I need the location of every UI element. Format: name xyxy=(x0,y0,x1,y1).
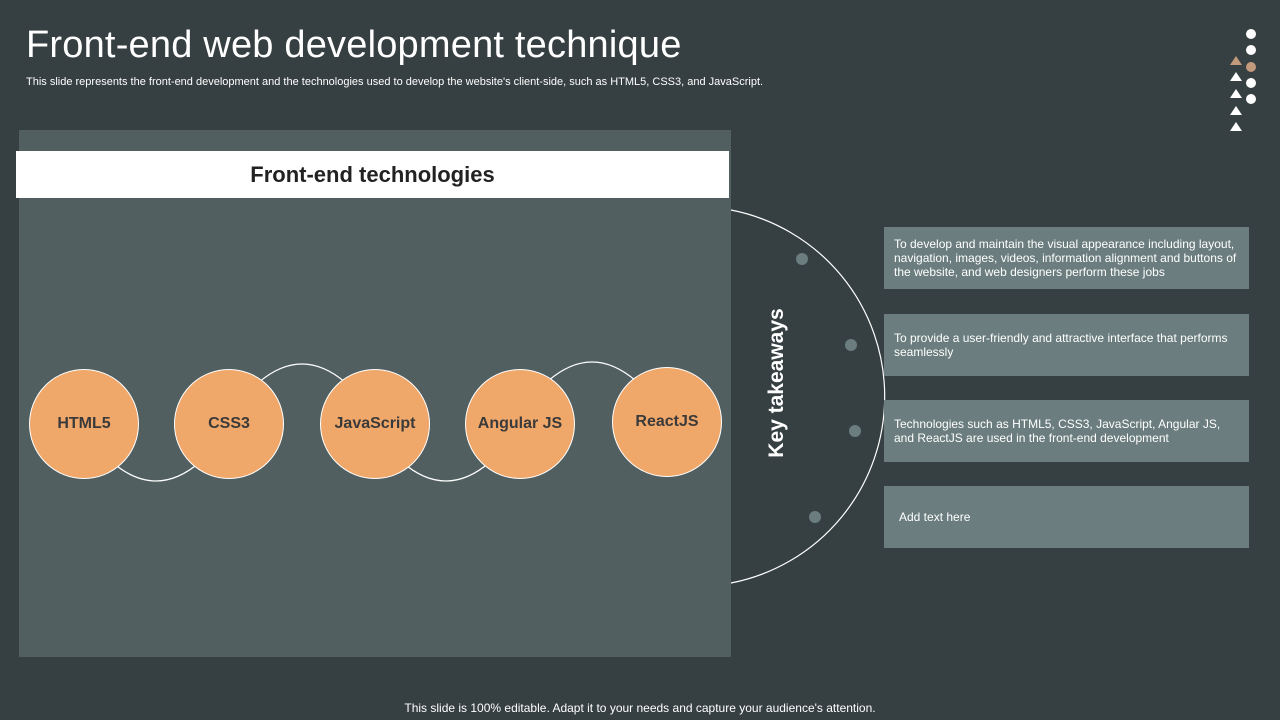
slide-footer: This slide is 100% editable. Adapt it to… xyxy=(404,701,876,715)
takeaway-text: To provide a user-friendly and attractiv… xyxy=(894,331,1228,359)
tech-circle-reactjs: ReactJS xyxy=(612,367,722,477)
tech-circle-javascript: JavaScript xyxy=(320,369,430,479)
arc-node xyxy=(809,511,821,523)
takeaway-box-1: To develop and maintain the visual appea… xyxy=(884,227,1249,289)
takeaway-box-4: Add text here xyxy=(884,486,1249,548)
slide-subtitle: This slide represents the front-end deve… xyxy=(26,76,764,88)
takeaway-box-3: Technologies such as HTML5, CSS3, JavaSc… xyxy=(884,400,1249,462)
arc-node xyxy=(796,253,808,265)
takeaway-box-2: To provide a user-friendly and attractiv… xyxy=(884,314,1249,376)
tech-circle-css3: CSS3 xyxy=(174,369,284,479)
takeaway-text: Add text here xyxy=(899,510,971,524)
circles-and-triangles-decoration-icon xyxy=(1230,29,1256,131)
tech-circle-angularjs: Angular JS xyxy=(465,369,575,479)
takeaway-text: To develop and maintain the visual appea… xyxy=(894,237,1237,279)
key-takeaways-label: Key takeaways xyxy=(765,308,788,458)
arc-node xyxy=(849,425,861,437)
arc-node xyxy=(845,339,857,351)
takeaway-text: Technologies such as HTML5, CSS3, JavaSc… xyxy=(894,417,1221,445)
slide-title: Front-end web development technique xyxy=(26,24,682,66)
tech-circle-html5: HTML5 xyxy=(29,369,139,479)
panel-header: Front-end technologies xyxy=(16,151,729,198)
